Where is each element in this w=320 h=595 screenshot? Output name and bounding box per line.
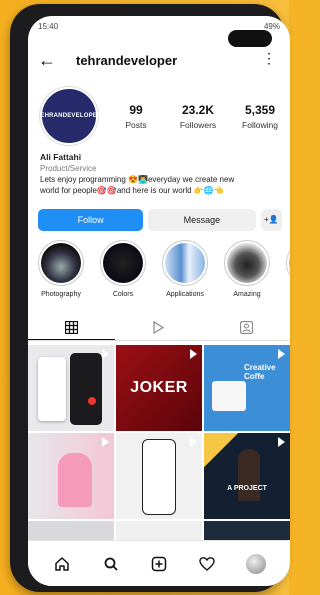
profile-bio: Ali Fattahi Product/Service Lets enjoy p… [40, 152, 280, 196]
post-thumbnail[interactable] [28, 433, 114, 519]
video-indicator-icon [102, 349, 109, 359]
highlight-amazing[interactable]: Amazing [220, 240, 274, 308]
post-caption: A PROJECT [227, 485, 267, 492]
highlight-thumbnail [103, 243, 143, 283]
video-indicator-icon [190, 349, 197, 359]
tagged-user-icon [239, 321, 253, 334]
highlight-label: Colors [112, 291, 134, 298]
profile-avatar-icon [245, 553, 266, 574]
highlight-thumbnail [165, 243, 205, 283]
highlight-thumbnail [41, 243, 81, 283]
heart-icon [199, 556, 216, 571]
profile-username: tehrandeveloper [76, 52, 178, 68]
stat-value: 5,359 [244, 102, 276, 117]
bottom-navigation [28, 540, 290, 586]
nav-search[interactable] [99, 552, 123, 576]
highlight-w[interactable]: W [282, 240, 290, 308]
top-bar: ← tehrandeveloper ⋮ [28, 46, 290, 74]
profile-tabs [28, 315, 290, 341]
back-arrow-icon[interactable]: ← [38, 51, 60, 69]
profile-stats: 99 Posts 23.2K Followers 5,359 Following [112, 103, 284, 130]
add-post-icon [151, 556, 167, 571]
highlight-label: Applications [166, 291, 204, 298]
bio-category: Product/Service [40, 164, 97, 173]
search-icon [104, 557, 118, 571]
play-icon [153, 321, 165, 334]
stat-value: 99 [129, 102, 143, 117]
video-indicator-icon [278, 437, 285, 447]
follow-button[interactable]: Follow [38, 209, 144, 231]
stat-posts[interactable]: 99 Posts [112, 103, 160, 130]
story-highlights: Photography Colors Applications Amazing … [34, 240, 290, 308]
stat-followers[interactable]: 23.2K Followers [174, 103, 222, 130]
suggested-users-button[interactable]: +👤 [260, 209, 282, 231]
stat-following[interactable]: 5,359 Following [236, 103, 284, 130]
post-caption: JOKER [130, 379, 188, 396]
highlight-label: Amazing [233, 291, 261, 298]
highlight-thumbnail [227, 243, 267, 283]
highlight-applications[interactable]: Applications [158, 240, 212, 308]
profile-header: TEHRANDEVELOPER 99 Posts 23.2K Followers… [37, 86, 284, 146]
stat-label: Followers [179, 119, 217, 130]
nav-home[interactable] [50, 552, 74, 576]
highlight-thumbnail [289, 243, 290, 283]
video-indicator-icon [278, 349, 285, 359]
tab-posts-grid[interactable] [28, 315, 116, 340]
stat-value: 23.2K [181, 102, 215, 117]
message-button[interactable]: Message [148, 209, 256, 231]
video-indicator-icon [190, 437, 197, 447]
camera-cutout [228, 30, 272, 47]
grid-icon [65, 320, 79, 334]
post-thumbnail[interactable]: Creative Coffe [204, 345, 290, 431]
status-time: 15:40 [38, 21, 59, 31]
post-thumbnail[interactable] [116, 433, 202, 519]
nav-profile[interactable] [244, 552, 268, 576]
nav-create[interactable] [147, 552, 171, 576]
profile-actions: Follow Message +👤 [38, 209, 282, 231]
video-indicator-icon [102, 437, 109, 447]
phone-frame: 15:40 49% ← tehrandeveloper ⋮ TEHRANDEVE… [10, 4, 290, 592]
tab-reels[interactable] [115, 315, 202, 340]
highlight-label: W [282, 291, 290, 298]
nav-activity[interactable] [195, 552, 219, 576]
stat-label: Posts [125, 119, 147, 130]
post-caption: Creative Coffe [244, 363, 276, 381]
stat-label: Following [242, 119, 278, 130]
post-thumbnail[interactable]: JOKER [116, 345, 202, 431]
post-thumbnail[interactable]: A PROJECT [204, 433, 290, 519]
avatar[interactable]: TEHRANDEVELOPER [37, 87, 101, 145]
avatar-logo-text: TEHRANDEVELOPER [36, 113, 102, 119]
status-battery: 49% [263, 21, 280, 31]
app-screen: 15:40 49% ← tehrandeveloper ⋮ TEHRANDEVE… [28, 16, 290, 586]
bio-name: Ali Fattahi [40, 152, 82, 162]
highlight-colors[interactable]: Colors [96, 240, 150, 308]
highlight-photography[interactable]: Photography [34, 240, 88, 308]
home-icon [55, 556, 69, 571]
bio-line-2: world for people🎯🎯and here is our world … [40, 186, 224, 195]
more-options-icon[interactable]: ⋮ [262, 50, 276, 67]
tab-tagged[interactable] [203, 315, 290, 340]
post-thumbnail[interactable] [28, 345, 114, 431]
bio-line-1: Lets enjoy programming 😍👨‍💻everyday we c… [40, 175, 235, 184]
highlight-label: Photography [41, 291, 81, 298]
